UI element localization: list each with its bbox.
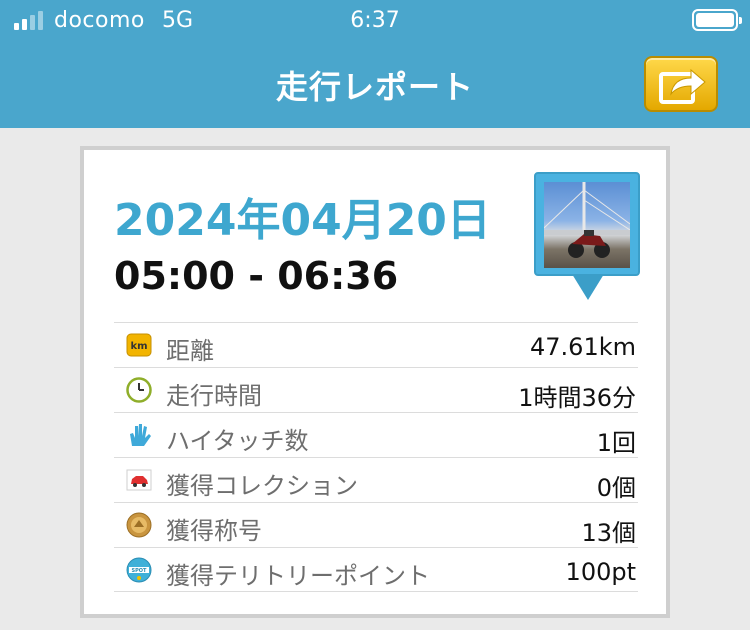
battery-icon: [692, 9, 742, 31]
report-date: 2024年04月20日: [114, 195, 491, 246]
stat-row-ride-time: 走行時間 1時間36分: [114, 367, 638, 412]
stat-value: 100pt: [565, 558, 636, 586]
status-bar: docomo 5G 6:37: [0, 0, 750, 42]
stat-value: 1時間36分: [518, 384, 636, 412]
stat-value: 1回: [596, 429, 636, 457]
stat-value: 47.61km: [530, 333, 636, 361]
photo-frame: [534, 172, 640, 276]
share-button[interactable]: [644, 56, 718, 112]
svg-text:SPOT: SPOT: [132, 568, 148, 574]
photo-map-pin-icon[interactable]: [534, 172, 640, 312]
stats-list: km 距離 47.61km 走行時間 1時間36分 ハイタッチ数 1回 獲得コレ…: [114, 322, 638, 592]
high-five-hand-icon: [126, 422, 152, 448]
svg-text:km: km: [130, 341, 147, 352]
stat-row-high-five: ハイタッチ数 1回: [114, 412, 638, 457]
km-icon: km: [126, 332, 152, 358]
pin-tip: [572, 274, 604, 300]
title-medal-icon: [126, 512, 152, 538]
stat-label: ハイタッチ数: [166, 427, 309, 455]
stat-label: 距離: [166, 337, 214, 365]
stat-row-titles: 獲得称号 13個: [114, 502, 638, 547]
stat-label: 獲得コレクション: [166, 472, 358, 500]
share-arrow-icon: [659, 68, 706, 104]
stat-label: 獲得テリトリーポイント: [166, 562, 430, 590]
status-time: 6:37: [350, 8, 400, 33]
spot-icon: SPOT: [126, 557, 152, 583]
stat-row-territory: SPOT 獲得テリトリーポイント 100pt: [114, 547, 638, 592]
stat-value: 13個: [581, 519, 636, 547]
stat-value: 0個: [596, 474, 636, 502]
stat-label: 走行時間: [166, 382, 262, 410]
header: docomo 5G 6:37 走行レポート: [0, 0, 750, 128]
stat-row-collection: 獲得コレクション 0個: [114, 457, 638, 502]
ride-photo: [544, 182, 630, 268]
car-collection-icon: [126, 467, 152, 493]
stat-label: 獲得称号: [166, 517, 262, 545]
page-title: 走行レポート: [275, 68, 474, 106]
stat-row-distance: km 距離 47.61km: [114, 322, 638, 367]
clock-icon: [126, 377, 152, 403]
report-card: 2024年04月20日 05:00 - 06:36 km 距離 47.61km …: [80, 146, 670, 618]
report-time-range: 05:00 - 06:36: [114, 254, 399, 298]
